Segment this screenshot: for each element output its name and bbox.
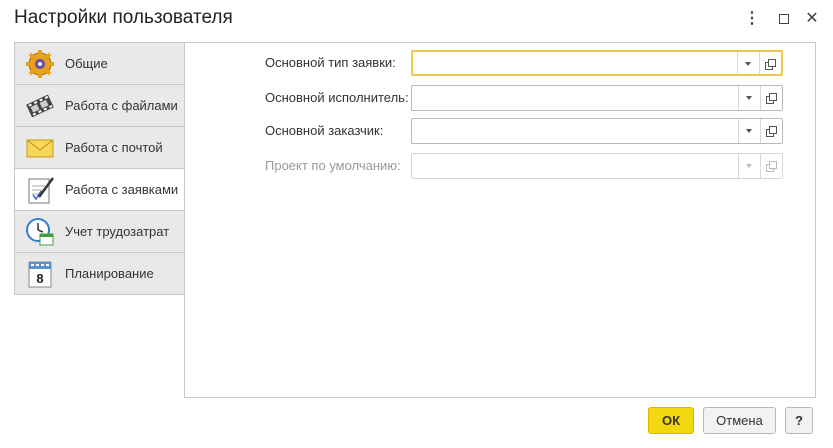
open-icon[interactable] <box>760 86 782 110</box>
clock-calendar-icon <box>26 218 54 246</box>
gear-icon <box>26 50 54 78</box>
tab-list: Общие Работа с файлами Работа с почтой Р… <box>14 42 185 295</box>
chevron-down-icon <box>738 154 760 178</box>
tab-label: Работа с заявками <box>65 182 179 197</box>
help-button[interactable]: ? <box>785 407 813 434</box>
executor-label: Основной исполнитель: <box>265 90 409 105</box>
tab-general[interactable]: Общие <box>14 42 185 84</box>
open-icon[interactable] <box>760 119 782 143</box>
tab-requests[interactable]: Работа с заявками <box>14 168 185 210</box>
clipboard-pen-icon <box>28 177 55 204</box>
request-type-input[interactable] <box>417 55 761 75</box>
tab-label: Учет трудозатрат <box>65 224 170 239</box>
request-type-field[interactable] <box>411 50 783 76</box>
executor-field[interactable] <box>411 85 783 111</box>
window-title: Настройки пользователя <box>14 7 233 28</box>
tab-files[interactable]: Работа с файлами <box>14 84 185 126</box>
chevron-down-icon[interactable] <box>738 86 760 110</box>
maximize-icon[interactable] <box>774 9 794 29</box>
envelope-icon <box>26 139 54 158</box>
chevron-down-icon[interactable] <box>738 119 760 143</box>
film-icon <box>26 94 54 118</box>
ok-button[interactable]: ОК <box>648 407 694 434</box>
default-project-label: Проект по умолчанию: <box>265 158 401 173</box>
customer-label: Основной заказчик: <box>265 123 384 138</box>
tab-label: Работа с почтой <box>65 140 163 155</box>
close-icon[interactable]: ✕ <box>802 9 822 29</box>
calendar-day: 8 <box>36 271 43 286</box>
title-bar: Настройки пользователя ⋮ ✕ <box>0 0 833 38</box>
executor-input[interactable] <box>416 89 760 109</box>
tab-mail[interactable]: Работа с почтой <box>14 126 185 168</box>
customer-field[interactable] <box>411 118 783 144</box>
tab-planning[interactable]: 8 Планирование <box>14 252 185 295</box>
tab-label: Планирование <box>65 266 154 281</box>
open-icon <box>760 154 782 178</box>
open-icon[interactable] <box>759 52 781 74</box>
more-menu-icon[interactable]: ⋮ <box>742 9 762 29</box>
tab-labor[interactable]: Учет трудозатрат <box>14 210 185 252</box>
tab-label: Общие <box>65 56 108 71</box>
calendar-icon: 8 <box>28 261 52 288</box>
default-project-input <box>416 157 760 177</box>
tab-label: Работа с файлами <box>65 98 178 113</box>
customer-input[interactable] <box>416 122 760 142</box>
request-type-label: Основной тип заявки: <box>265 55 396 70</box>
chevron-down-icon[interactable] <box>737 52 759 74</box>
cancel-button[interactable]: Отмена <box>703 407 776 434</box>
default-project-field <box>411 153 783 179</box>
